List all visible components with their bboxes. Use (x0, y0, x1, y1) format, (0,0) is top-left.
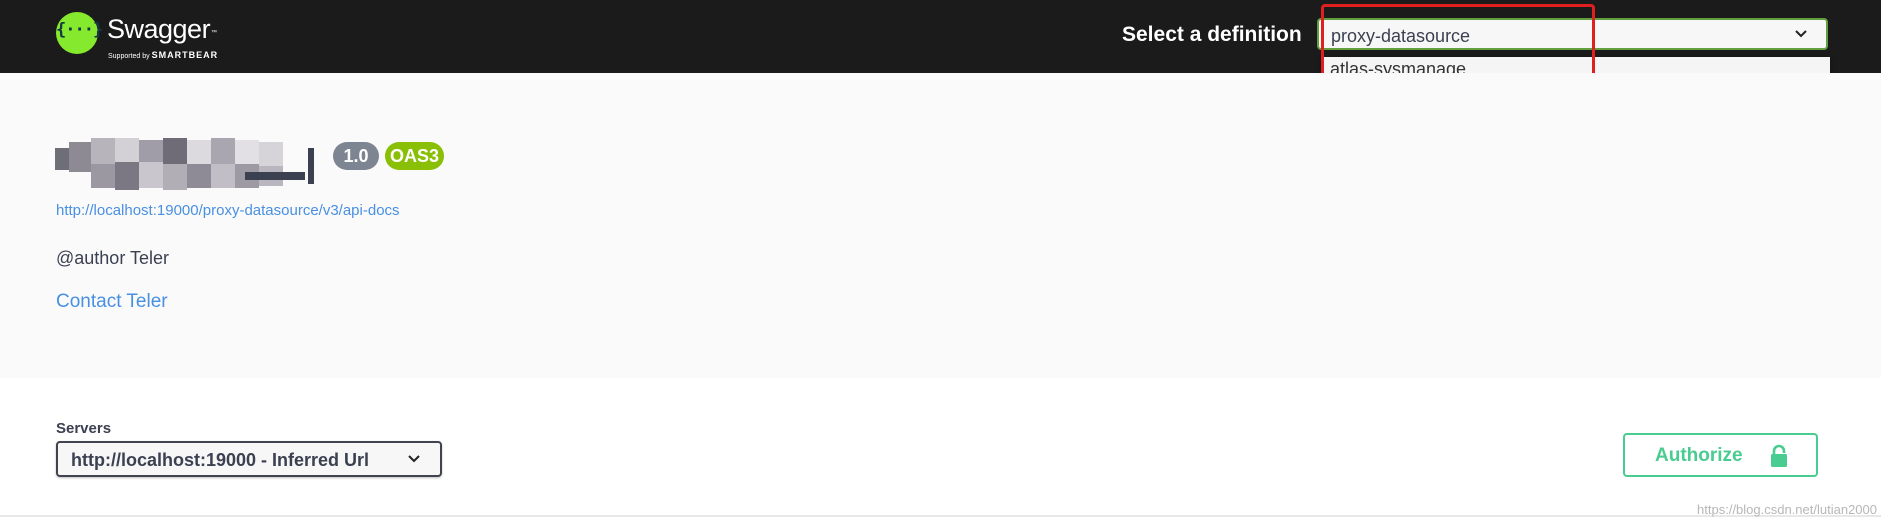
logo-title[interactable]: Swagger (107, 14, 211, 45)
logo-subtitle: Supported by SMARTBEAR (108, 50, 218, 60)
api-title-redacted (55, 138, 314, 190)
info-section (0, 73, 1881, 378)
api-description: @author Teler (56, 248, 170, 268)
logo-trademark: ™ (211, 30, 217, 36)
servers-select[interactable]: http://localhost:19000 - Inferred Url (56, 441, 442, 477)
contact-link[interactable]: Contact Teler (56, 291, 168, 313)
definition-select-label: Select a definition (1122, 23, 1302, 46)
servers-select-value: http://localhost:19000 - Inferred Url (71, 450, 370, 470)
section-divider (0, 515, 1881, 517)
authorize-button-label: Authorize (1655, 445, 1743, 466)
version-badge: 1.0 (333, 142, 379, 170)
lock-icon (1771, 444, 1787, 467)
swagger-logo-icon[interactable]: {···} (56, 12, 103, 54)
logo-subtitle-brand: SMARTBEAR (151, 50, 219, 60)
swagger-logo-glyph: {···} (56, 20, 103, 40)
chevron-down-icon (408, 455, 420, 463)
chevron-down-icon (1795, 30, 1807, 38)
watermark-text: https://blog.csdn.net/lutian2000 (1697, 502, 1877, 517)
authorize-button[interactable]: Authorize (1623, 433, 1818, 477)
oas-badge: OAS3 (385, 142, 444, 170)
api-docs-link[interactable]: http://localhost:19000/proxy-datasource/… (56, 202, 400, 219)
logo-subtitle-prefix: Supported by (108, 53, 150, 60)
servers-label: Servers (56, 420, 112, 437)
